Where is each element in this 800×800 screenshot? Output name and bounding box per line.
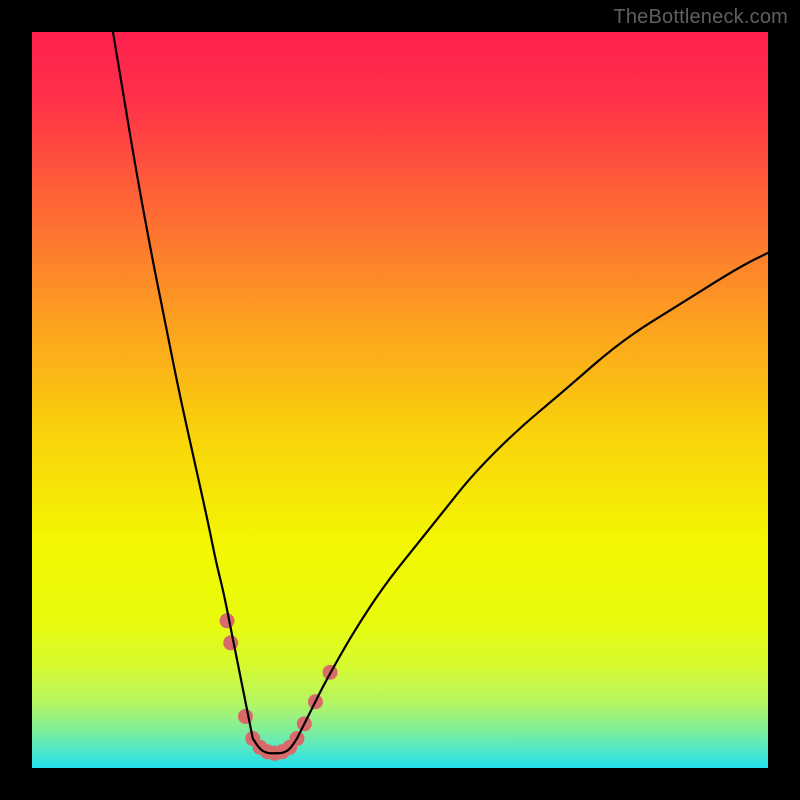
marker-dots [220,613,338,760]
marker-dot [238,709,253,724]
chart-frame: TheBottleneck.com [0,0,800,800]
watermark-text: TheBottleneck.com [613,6,788,29]
curve-layer [32,32,768,768]
plot-area [32,32,768,768]
curve-right-branch [297,253,768,739]
marker-dot [220,613,235,628]
curve-left-branch [113,32,253,739]
marker-dot [223,635,238,650]
